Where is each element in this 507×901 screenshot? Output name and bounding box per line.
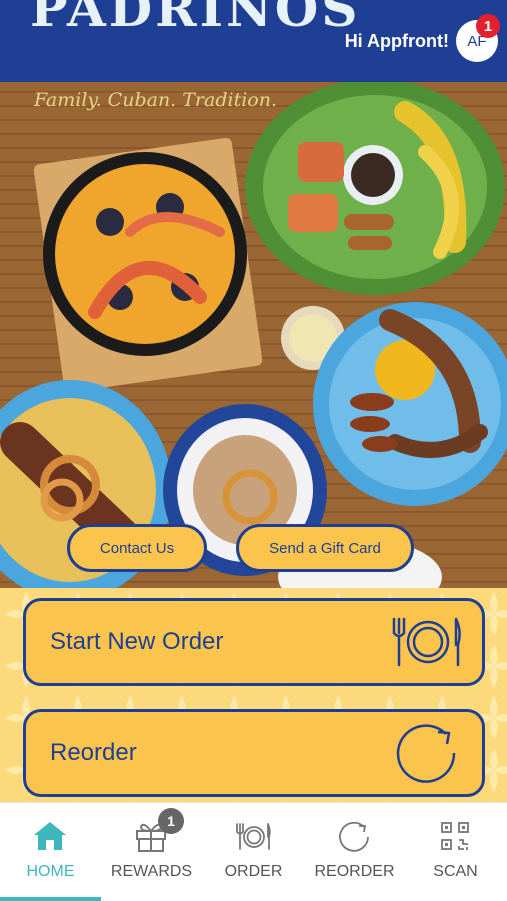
app-header: PADRINOS Hi Appfront! AF 1 [0,0,507,82]
greeting-text: Hi Appfront! [344,31,449,51]
home-icon [34,822,66,850]
active-tab-indicator [0,897,101,901]
nav-item-scan[interactable]: SCAN [405,803,506,901]
refresh-icon [339,821,369,852]
plate-utensils-icon [392,617,461,667]
start-new-order-label: Start New Order [50,628,224,655]
reorder-button[interactable]: Reorder [23,709,485,797]
brand-logo: PADRINOS [30,0,361,38]
nav-label-order: ORDER [224,863,283,880]
nav-item-rewards[interactable]: REWARDS [101,803,202,901]
start-new-order-button[interactable]: Start New Order [23,598,485,686]
qr-code-icon [441,822,469,850]
contact-us-button[interactable]: Contact Us [67,524,207,572]
nav-item-order[interactable]: ORDER [203,803,304,901]
nav-item-reorder[interactable]: REORDER [304,803,405,901]
bottom-nav: HOME REWARDS ORDER REORDER SCAN [0,802,507,901]
plate-icon [236,823,271,850]
nav-label-home: HOME [26,863,75,880]
send-gift-card-button[interactable]: Send a Gift Card [236,524,414,572]
nav-label-rewards: REWARDS [110,863,193,880]
nav-label-scan: SCAN [433,863,478,880]
rewards-badge: 1 [158,808,184,834]
food-illustration [0,82,507,588]
refresh-icon [396,724,456,783]
nav-item-home[interactable]: HOME [0,803,101,901]
reorder-label: Reorder [50,739,137,766]
brand-tagline: Family. Cuban. Tradition. [34,89,278,111]
hero-food-image: Family. Cuban. Tradition. [0,82,507,588]
nav-label-reorder: REORDER [314,863,395,880]
notification-badge[interactable]: 1 [476,14,500,38]
